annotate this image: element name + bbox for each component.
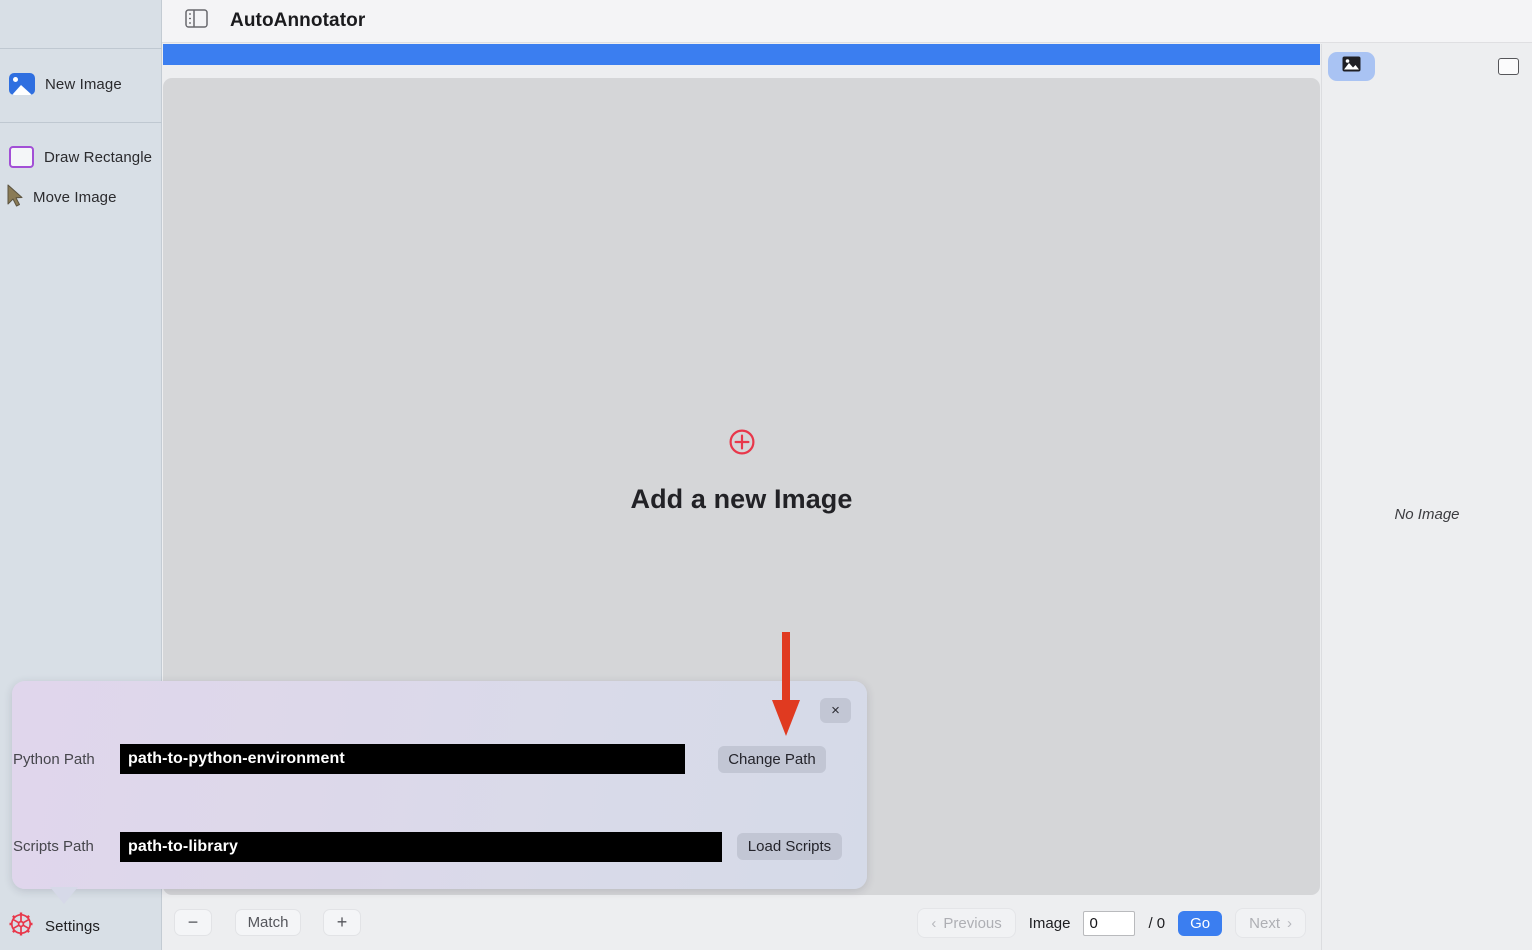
bottom-toolbar: − Match + ‹ Previous Image / 0 Go Next › [163, 896, 1320, 950]
python-path-field[interactable]: path-to-python-environment [120, 744, 685, 774]
next-button[interactable]: Next › [1235, 908, 1306, 938]
chevron-left-icon: ‹ [931, 914, 937, 932]
go-button[interactable]: Go [1178, 910, 1223, 936]
title-bar: AutoAnnotator [162, 0, 1532, 43]
scripts-path-field[interactable]: path-to-library [120, 832, 722, 862]
sidebar-item-label-move-image: Move Image [33, 188, 117, 206]
select-all-checkbox[interactable] [1498, 57, 1519, 75]
sidebar-item-move-image[interactable]: Move Image [0, 180, 117, 214]
scripts-path-label: Scripts Path [13, 838, 94, 855]
gear-icon [8, 911, 34, 942]
settings-label: Settings [45, 917, 100, 935]
image-thumbnail-icon [1342, 56, 1361, 77]
page-title: AutoAnnotator [230, 10, 366, 31]
previous-button[interactable]: ‹ Previous [917, 908, 1016, 938]
sidebar-divider-top [0, 48, 162, 49]
no-image-label: No Image [1394, 506, 1460, 523]
sidebar-toggle-icon[interactable] [185, 9, 208, 33]
empty-canvas-placeholder[interactable]: Add a new Image [163, 428, 1320, 515]
rectangle-icon [9, 146, 34, 168]
cursor-arrow-icon [3, 182, 25, 213]
add-image-label: Add a new Image [630, 484, 853, 514]
sidebar-item-label-new-image: New Image [45, 75, 122, 93]
thumbnail-toolbar [1322, 44, 1532, 88]
popover-tail [50, 887, 78, 904]
sidebar-divider-middle [0, 122, 162, 123]
image-total-label: / 0 [1148, 914, 1166, 932]
python-path-label: Python Path [13, 751, 95, 768]
load-scripts-button[interactable]: Load Scripts [737, 833, 842, 860]
thumbnail-panel: No Image [1321, 44, 1532, 950]
zoom-out-button[interactable]: − [174, 909, 212, 936]
plus-circle-icon[interactable] [163, 428, 1320, 456]
close-icon[interactable]: × [820, 698, 851, 723]
application-window: New Image Draw Rectangle Move Image Sett… [0, 0, 1532, 950]
next-label: Next [1249, 914, 1280, 932]
previous-label: Previous [943, 914, 1002, 932]
sidebar-item-new-image[interactable]: New Image [0, 67, 122, 101]
match-button[interactable]: Match [235, 909, 301, 936]
sidebar-item-draw-rectangle[interactable]: Draw Rectangle [0, 140, 152, 174]
progress-bar [163, 44, 1320, 65]
zoom-in-button[interactable]: + [323, 909, 361, 936]
sidebar-item-label-draw-rectangle: Draw Rectangle [44, 148, 153, 166]
change-path-button[interactable]: Change Path [718, 746, 826, 773]
image-thumbnail-button[interactable] [1328, 51, 1375, 81]
image-index-input[interactable] [1083, 910, 1136, 936]
image-index-label: Image [1028, 914, 1071, 932]
chevron-right-icon: › [1287, 914, 1292, 932]
image-navigation-group: ‹ Previous Image / 0 Go Next › [917, 908, 1306, 938]
sidebar-item-settings[interactable]: Settings [0, 909, 100, 943]
image-icon [9, 73, 35, 95]
